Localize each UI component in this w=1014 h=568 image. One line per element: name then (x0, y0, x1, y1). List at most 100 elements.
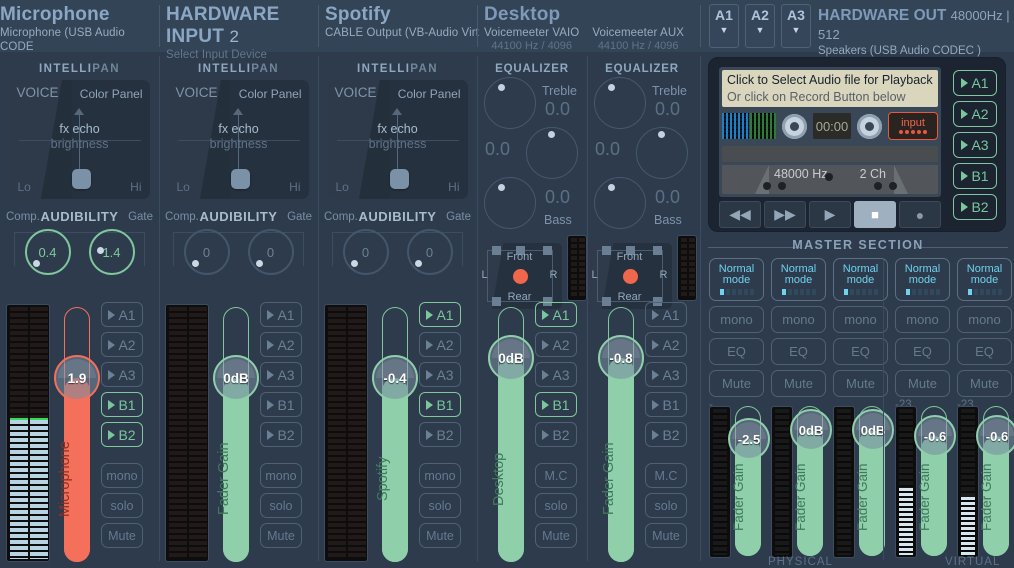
fader[interactable]: Fader Gain -0.8 (598, 307, 644, 562)
hardware-out-select-a3[interactable]: A3 ▼ (781, 4, 811, 48)
bus-mode-button[interactable]: Normal mode (833, 258, 888, 301)
surround-panner[interactable]: Front Rear L R (587, 243, 672, 309)
intellipan-pad[interactable]: VOICE Color Panel fx echo brightness Lo Hi (327, 80, 468, 199)
bus-fader-knob[interactable]: -0.6 (976, 415, 1014, 457)
hardware-out-device[interactable]: Speakers (USB Audio CODEC ) (818, 44, 1014, 58)
bus-mute-button[interactable]: Mute (957, 370, 1012, 397)
route-button-b2[interactable]: B2 (535, 422, 577, 447)
fader-knob[interactable]: 0dB (488, 335, 534, 381)
route-button-a3[interactable]: A3 (535, 362, 577, 387)
bus-mono-button[interactable]: mono (957, 306, 1012, 333)
route-button-b1[interactable]: B1 (645, 392, 687, 417)
route-button-a3[interactable]: A3 (101, 362, 143, 387)
bus-mono-button[interactable]: mono (895, 306, 950, 333)
color-panel-label[interactable]: Color Panel (80, 87, 143, 101)
bus-fader[interactable]: Fader Gain -0.6 (914, 406, 956, 556)
bus-fader[interactable]: Fader Gain -0.6 (976, 406, 1014, 556)
recorder-route-a3[interactable]: A3 (953, 132, 997, 158)
bus-eq-button[interactable]: EQ (771, 338, 826, 365)
bass-knob[interactable] (594, 177, 646, 229)
route-button-b1[interactable]: B1 (419, 392, 461, 417)
mid-knob[interactable] (636, 127, 688, 179)
route-button-a1[interactable]: A1 (419, 302, 461, 327)
bus-eq-button[interactable]: EQ (895, 338, 950, 365)
bus-mute-button[interactable]: Mute (771, 370, 826, 397)
route-button-b1[interactable]: B1 (535, 392, 577, 417)
bus-fader-knob[interactable]: 0dB (852, 409, 894, 452)
record-button[interactable]: ● (899, 201, 941, 228)
bus-mute-button[interactable]: Mute (833, 370, 888, 397)
color-panel-label[interactable]: Color Panel (398, 87, 461, 101)
strip-device-selector[interactable]: Microphone (USB Audio CODE (0, 26, 160, 54)
gate-knob[interactable]: 1.4 (88, 229, 135, 275)
route-button-a1[interactable]: A1 (645, 302, 687, 327)
recorder-route-b2[interactable]: B2 (953, 194, 997, 220)
bus-fader[interactable]: Fader Gain -2.5 (728, 406, 770, 556)
route-button-a2[interactable]: A2 (419, 332, 461, 357)
mono-button[interactable]: mono (101, 463, 143, 488)
hardware-out-select-a2[interactable]: A2 ▼ (745, 4, 775, 48)
play-button[interactable]: ▶ (809, 201, 851, 228)
fader-knob[interactable]: 0dB (213, 355, 259, 402)
intellipan-handle[interactable] (71, 169, 91, 189)
strip-device-selector[interactable]: CABLE Output (VB-Audio Virt (325, 26, 485, 40)
bus-mute-button[interactable]: Mute (895, 370, 950, 397)
virtual-device-1[interactable]: Voicemeeter VAIO 44100 Hz / 4096 (484, 26, 579, 52)
comp-knob[interactable]: 0 (342, 229, 389, 275)
route-button-a2[interactable]: A2 (101, 332, 143, 357)
surround-panner[interactable]: Front Rear L R (477, 243, 562, 309)
forward-button[interactable]: ▶▶ (764, 201, 806, 228)
intellipan-pad[interactable]: VOICE Color Panel fx echo brightness Lo Hi (9, 80, 150, 199)
solo-button[interactable]: solo (101, 493, 143, 518)
bus-mono-button[interactable]: mono (833, 306, 888, 333)
recorder-route-b1[interactable]: B1 (953, 163, 997, 189)
recorder-file-selector[interactable]: Click to Select Audio file for Playback … (722, 70, 938, 107)
recorder-route-a2[interactable]: A2 (953, 101, 997, 127)
mono-button[interactable]: mono (260, 463, 302, 488)
route-button-b2[interactable]: B2 (419, 422, 461, 447)
route-button-b2[interactable]: B2 (260, 422, 302, 447)
mid-knob[interactable] (526, 127, 578, 179)
route-button-a1[interactable]: A1 (535, 302, 577, 327)
bass-knob[interactable] (484, 177, 536, 229)
bus-mode-button[interactable]: Normal mode (709, 258, 764, 301)
intellipan-handle[interactable] (230, 169, 250, 189)
mute-button[interactable]: Mute (419, 523, 461, 548)
mute-button[interactable]: Mute (535, 523, 577, 548)
bus-mute-button[interactable]: Mute (709, 370, 764, 397)
route-button-b1[interactable]: B1 (260, 392, 302, 417)
bus-mode-button[interactable]: Normal mode (771, 258, 826, 301)
treble-knob[interactable] (594, 77, 646, 129)
color-panel-label[interactable]: Color Panel (239, 87, 302, 101)
bus-eq-button[interactable]: EQ (833, 338, 888, 365)
intellipan-handle[interactable] (389, 169, 409, 189)
mute-button[interactable]: Mute (260, 523, 302, 548)
comp-knob[interactable]: 0.4 (24, 229, 71, 275)
route-button-a3[interactable]: A3 (645, 362, 687, 387)
mono-button[interactable]: mono (419, 463, 461, 488)
surround-position-handle[interactable] (622, 269, 638, 284)
bus-fader[interactable]: Fader Gain 0dB (790, 406, 832, 556)
bus-mono-button[interactable]: mono (709, 306, 764, 333)
solo-button[interactable]: solo (419, 493, 461, 518)
route-button-a2[interactable]: A2 (260, 332, 302, 357)
fader-knob[interactable]: -0.8 (598, 335, 644, 381)
route-button-a1[interactable]: A1 (260, 302, 302, 327)
surround-position-handle[interactable] (512, 269, 528, 284)
mc-button[interactable]: M.C (645, 463, 687, 488)
route-button-a1[interactable]: A1 (101, 302, 143, 327)
gate-knob[interactable]: 0 (406, 229, 453, 275)
solo-button[interactable]: solo (260, 493, 302, 518)
fader[interactable]: Fader Gain 0dB (213, 307, 259, 562)
recorder-route-a1[interactable]: A1 (953, 70, 997, 96)
intellipan-pad[interactable]: VOICE Color Panel fx echo brightness Lo Hi (168, 80, 309, 199)
fader-knob[interactable]: 1.9 (54, 355, 100, 402)
fader[interactable]: Desktop 0dB (488, 307, 534, 562)
mc-button[interactable]: M.C (535, 463, 577, 488)
recorder-input-indicator[interactable]: input (888, 112, 938, 140)
route-button-b1[interactable]: B1 (101, 392, 143, 417)
fader[interactable]: Microphone 1.9 (54, 307, 100, 562)
mute-button[interactable]: Mute (101, 523, 143, 548)
fader-knob[interactable]: -0.4 (372, 355, 418, 402)
route-button-b2[interactable]: B2 (101, 422, 143, 447)
